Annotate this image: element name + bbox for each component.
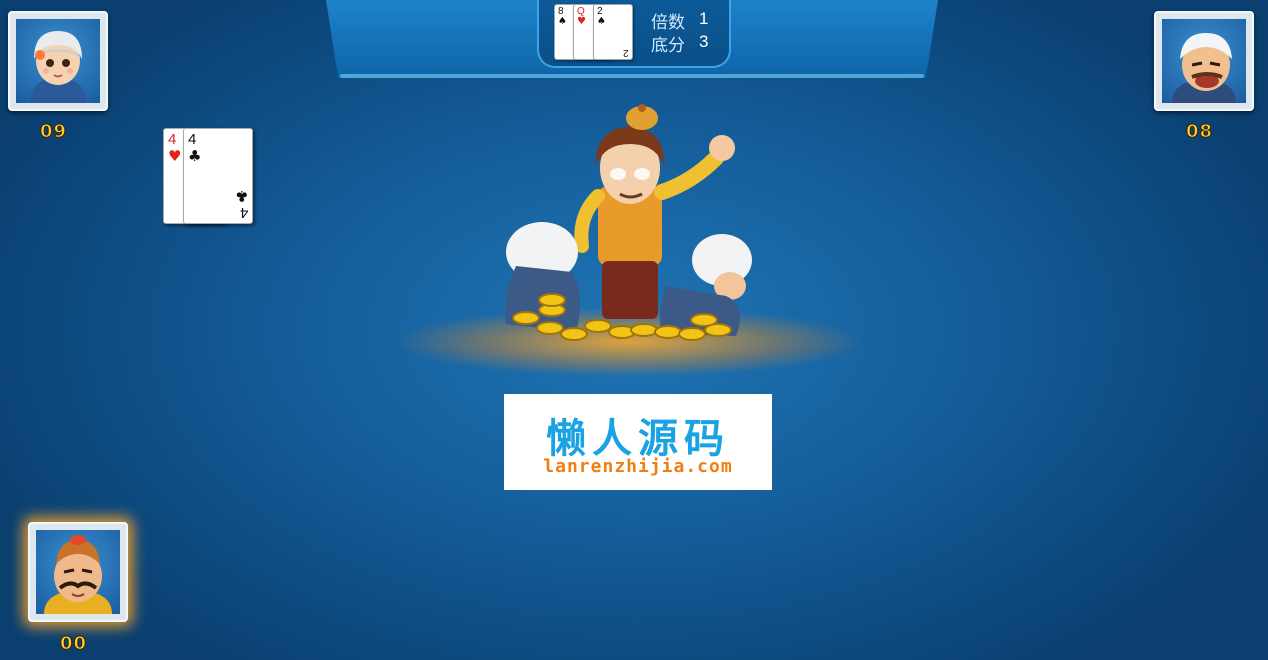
mustache-man-avatar-icon — [36, 530, 120, 614]
left-played-card-2: 4 ♣ ♣ 4 — [183, 128, 253, 224]
right-player-card-count: 08 — [1185, 121, 1214, 143]
self-player-card-count: 00 — [59, 633, 88, 655]
multiplier-value: 1 — [699, 9, 709, 28]
left-player-card-count: 09 — [39, 121, 68, 143]
base-score-label: 底分 — [651, 36, 685, 56]
bottom-card-2-suit: ♥ — [577, 16, 586, 27]
self-player-avatar[interactable] — [28, 522, 128, 622]
base-score-value: 3 — [699, 32, 709, 51]
left-player-avatar[interactable] — [8, 11, 108, 111]
bottom-cards-panel: 8 ♠ Q ♥ 2 ♠ 2 倍数 1 底分 3 — [537, 0, 731, 68]
watermark: 懒人源码 lanrenzhijia.com — [504, 394, 772, 490]
girl-avatar-icon — [16, 19, 100, 103]
bottom-card-3-rank-bottom: 2 — [623, 47, 629, 58]
left-played-card-1-suit: ♥ — [168, 147, 182, 165]
left-played-card-2-suit-bottom: ♣ — [234, 187, 248, 205]
multiplier-label: 倍数 — [651, 13, 685, 33]
left-played-card-1-rank: 4 — [168, 131, 177, 148]
left-played-card-2-rank: 4 — [188, 131, 197, 148]
right-player-avatar[interactable] — [1154, 11, 1254, 111]
top-panel-highlight — [340, 74, 924, 78]
bald-man-avatar-icon — [1162, 19, 1246, 103]
left-played-card-2-suit: ♣ — [188, 147, 202, 165]
left-played-card-2-rank-bottom: 4 — [239, 204, 248, 221]
landlord-wins-icon — [486, 96, 766, 352]
watermark-url: lanrenzhijia.com — [543, 456, 733, 477]
bottom-card-1-suit: ♠ — [558, 16, 567, 27]
bottom-card-3-suit: ♠ — [597, 16, 606, 27]
bottom-card-3: 2 ♠ 2 — [593, 4, 633, 60]
